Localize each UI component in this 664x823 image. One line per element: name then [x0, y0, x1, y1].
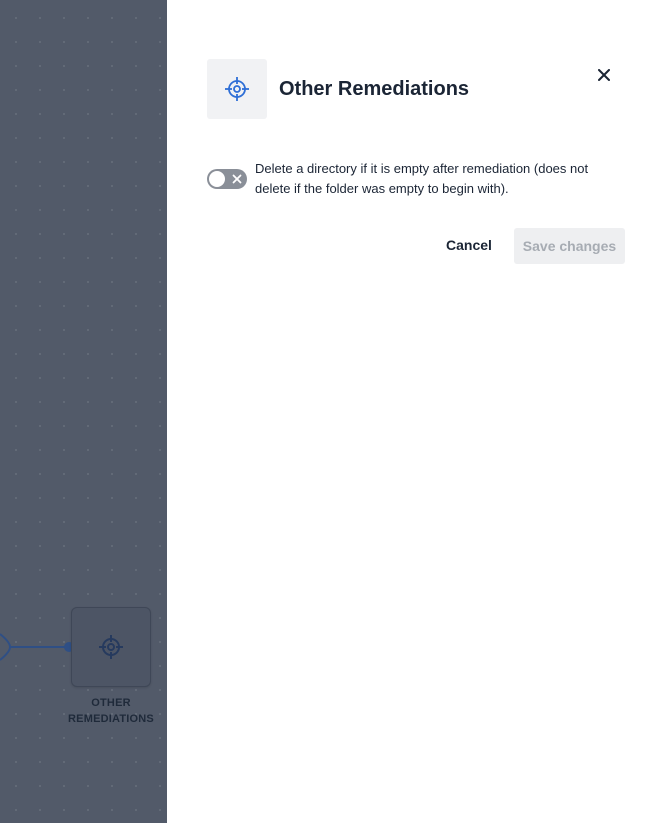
connector-curve	[0, 633, 12, 661]
node-label-line1: OTHER	[91, 697, 131, 709]
save-changes-button[interactable]: Save changes	[514, 228, 625, 264]
panel-header-icon-box	[207, 59, 267, 119]
close-icon[interactable]	[598, 69, 610, 81]
other-remediations-node[interactable]	[71, 607, 151, 687]
connector-line	[10, 646, 68, 648]
crosshair-target-icon	[99, 635, 123, 659]
workflow-canvas-backdrop: OTHER REMEDIATIONS	[0, 0, 167, 823]
cancel-button[interactable]: Cancel	[437, 228, 501, 262]
crosshair-target-icon	[225, 77, 249, 101]
toggle-knob	[209, 171, 225, 187]
delete-empty-directory-label: Delete a directory if it is empty after …	[255, 161, 589, 196]
node-label-line2: REMEDIATIONS	[68, 713, 154, 725]
side-panel: Other Remediations Delete a directory if…	[167, 0, 664, 823]
panel-title: Other Remediations	[279, 78, 470, 100]
toggle-off-icon	[230, 172, 244, 186]
close-button[interactable]	[593, 64, 615, 86]
node-label: OTHER REMEDIATIONS	[56, 695, 166, 727]
delete-empty-directory-toggle[interactable]	[207, 169, 247, 189]
